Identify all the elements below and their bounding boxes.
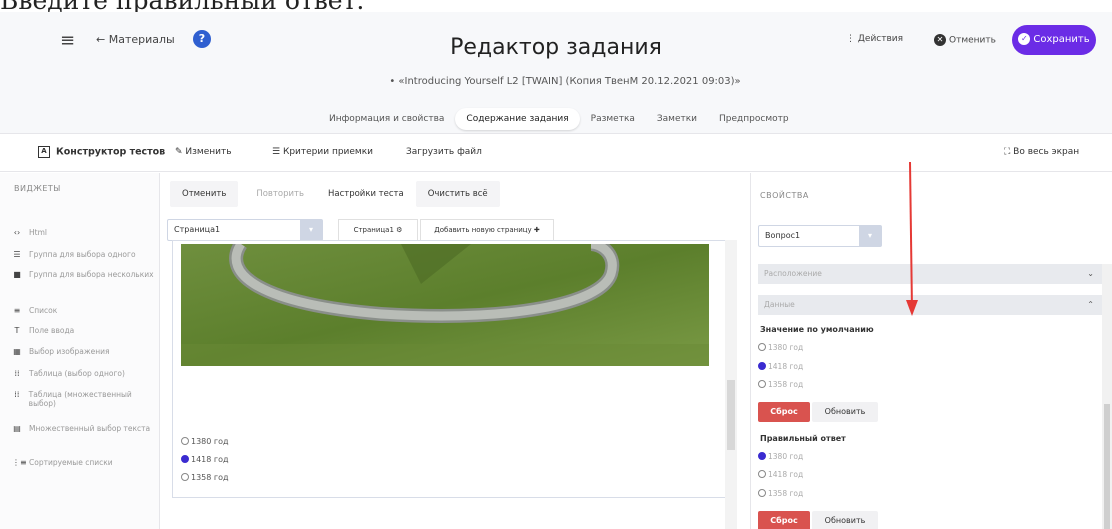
widget-text-input[interactable]: T Поле ввода xyxy=(12,326,157,335)
correct-option-2[interactable]: 1418 год xyxy=(758,470,803,479)
widget-image-choice[interactable]: ▦ Выбор изображения xyxy=(12,347,157,356)
cancel-button[interactable]: ✕ Отменить xyxy=(934,34,996,46)
radio-icon xyxy=(758,489,766,497)
fullscreen-icon: ⛶ xyxy=(1004,147,1014,157)
widget-sortable-list[interactable]: ⋮≡ Сортируемые списки xyxy=(12,458,157,467)
scroll-thumb[interactable] xyxy=(727,380,735,450)
scroll-thumb[interactable] xyxy=(1104,404,1110,529)
option-3[interactable]: 1358 год xyxy=(181,473,229,482)
section-data[interactable]: Данные ⌃ xyxy=(758,295,1102,315)
editor-toolbar: Отменить Повторить Настройки теста Очист… xyxy=(170,181,506,207)
image-choice-icon: ▦ xyxy=(13,347,21,356)
default-value-label: Значение по умолчанию xyxy=(760,325,874,334)
default-option-1[interactable]: 1380 год xyxy=(758,343,803,352)
chevron-down-icon: ▾ xyxy=(859,226,881,246)
editor-tabs: Информация и свойства Содержание задания… xyxy=(318,108,800,130)
properties-scrollbar[interactable] xyxy=(1102,264,1112,529)
option-2[interactable]: 1418 год xyxy=(181,455,229,464)
radio-selected-icon xyxy=(758,362,766,370)
aerial-photo-illustration xyxy=(181,244,709,366)
tab-preview[interactable]: Предпросмотр xyxy=(708,108,800,130)
table-multi-icon: ⁞⁞ xyxy=(14,390,20,399)
annotation-arrow-icon xyxy=(906,161,918,316)
single-choice-icon: ☰ xyxy=(13,250,21,259)
test-settings-button[interactable]: Настройки теста xyxy=(316,181,416,207)
properties-title: СВОЙСТВА xyxy=(760,191,809,200)
radio-selected-icon xyxy=(758,452,766,460)
tab-notes[interactable]: Заметки xyxy=(646,108,708,130)
question-select[interactable]: Вопрос1 ▾ xyxy=(758,225,882,247)
list-icon: ≡ xyxy=(13,306,21,315)
radio-icon xyxy=(758,470,766,478)
tab-markup[interactable]: Разметка xyxy=(580,108,646,130)
more-vertical-icon: ⋮ xyxy=(846,34,858,44)
chevron-down-icon: ⌄ xyxy=(1087,269,1094,278)
correct-answer-label: Правильный ответ xyxy=(760,434,846,443)
correct-reset-button[interactable]: Сброс xyxy=(758,511,810,529)
radio-icon xyxy=(758,343,766,351)
widget-table-multi[interactable]: ⁞⁞ Таблица (множественный выбор) xyxy=(12,390,157,408)
default-option-3[interactable]: 1358 год xyxy=(758,380,803,389)
pencil-icon: ✎ xyxy=(175,147,186,157)
app-header: ≡ ← Материалы ? Редактор задания • «Intr… xyxy=(0,12,1112,134)
text-input-icon: T xyxy=(14,326,20,335)
filter-icon: ☰ xyxy=(272,147,283,157)
table-single-icon: ⁞⁞ xyxy=(14,369,20,378)
widget-multi-text[interactable]: ▤ Множественный выбор текста xyxy=(12,424,157,433)
default-update-button[interactable]: Обновить xyxy=(812,402,878,422)
edit-button[interactable]: ✎ Изменить xyxy=(175,147,232,157)
widget-table-single[interactable]: ⁞⁞ Таблица (выбор одного) xyxy=(12,369,157,378)
task-subtitle: • «Introducing Yourself L2 [TWAIN] (Копи… xyxy=(389,76,741,87)
radio-selected-icon xyxy=(181,455,189,463)
main-toolbar: A Конструктор тестов ✎ Изменить ☰ Критери… xyxy=(0,134,1112,172)
save-button[interactable]: ✓ Сохранить xyxy=(1012,25,1096,55)
sortable-list-icon: ⋮≡ xyxy=(12,458,27,467)
widget-list[interactable]: ≡ Список xyxy=(12,306,157,315)
radio-icon xyxy=(181,473,189,481)
radio-icon xyxy=(758,380,766,388)
chevron-down-icon: ▾ xyxy=(300,220,322,240)
redo-button[interactable]: Повторить xyxy=(244,181,316,207)
check-icon: ✓ xyxy=(1018,33,1031,45)
html-icon: ‹› xyxy=(13,228,21,237)
undo-button[interactable]: Отменить xyxy=(170,181,239,207)
default-option-2[interactable]: 1418 год xyxy=(758,362,803,371)
widget-single-choice[interactable]: ☰ Группа для выбора одного xyxy=(12,250,157,259)
clear-all-button[interactable]: Очистить всё xyxy=(415,181,500,207)
section-layout[interactable]: Расположение ⌄ xyxy=(758,264,1102,284)
correct-option-1[interactable]: 1380 год xyxy=(758,452,803,461)
correct-update-button[interactable]: Обновить xyxy=(812,511,878,529)
widgets-title: ВИДЖЕТЫ xyxy=(14,184,61,193)
constructor-icon: A xyxy=(38,146,50,158)
page-select[interactable]: Страница1 ▾ xyxy=(167,219,323,241)
question-image xyxy=(181,244,709,366)
radio-icon xyxy=(181,437,189,445)
upload-file-button[interactable]: Загрузить файл xyxy=(406,147,482,157)
chevron-up-icon: ⌃ xyxy=(1087,300,1094,309)
page-tab[interactable]: Страница1 ⚙ xyxy=(338,219,418,241)
editor-scrollbar[interactable] xyxy=(725,240,737,529)
multi-choice-icon: ■ xyxy=(13,270,21,279)
option-1[interactable]: 1380 год xyxy=(181,437,229,446)
add-page-button[interactable]: Добавить новую страницу ✚ xyxy=(420,219,554,241)
tab-content[interactable]: Содержание задания xyxy=(455,108,580,130)
multi-text-icon: ▤ xyxy=(13,424,21,433)
tab-info[interactable]: Информация и свойства xyxy=(318,108,455,130)
criteria-button[interactable]: ☰ Критерии приемки xyxy=(272,147,373,157)
correct-option-3[interactable]: 1358 год xyxy=(758,489,803,498)
widget-multi-choice[interactable]: ■ Группа для выбора нескольких xyxy=(12,270,157,279)
widget-html[interactable]: ‹› Html xyxy=(12,228,157,237)
fullscreen-button[interactable]: ⛶ Во весь экран xyxy=(1004,147,1079,157)
actions-button[interactable]: ⋮ Действия xyxy=(846,34,903,44)
close-icon: ✕ xyxy=(934,34,946,46)
test-constructor-button[interactable]: A Конструктор тестов xyxy=(38,146,165,158)
default-reset-button[interactable]: Сброс xyxy=(758,402,810,422)
